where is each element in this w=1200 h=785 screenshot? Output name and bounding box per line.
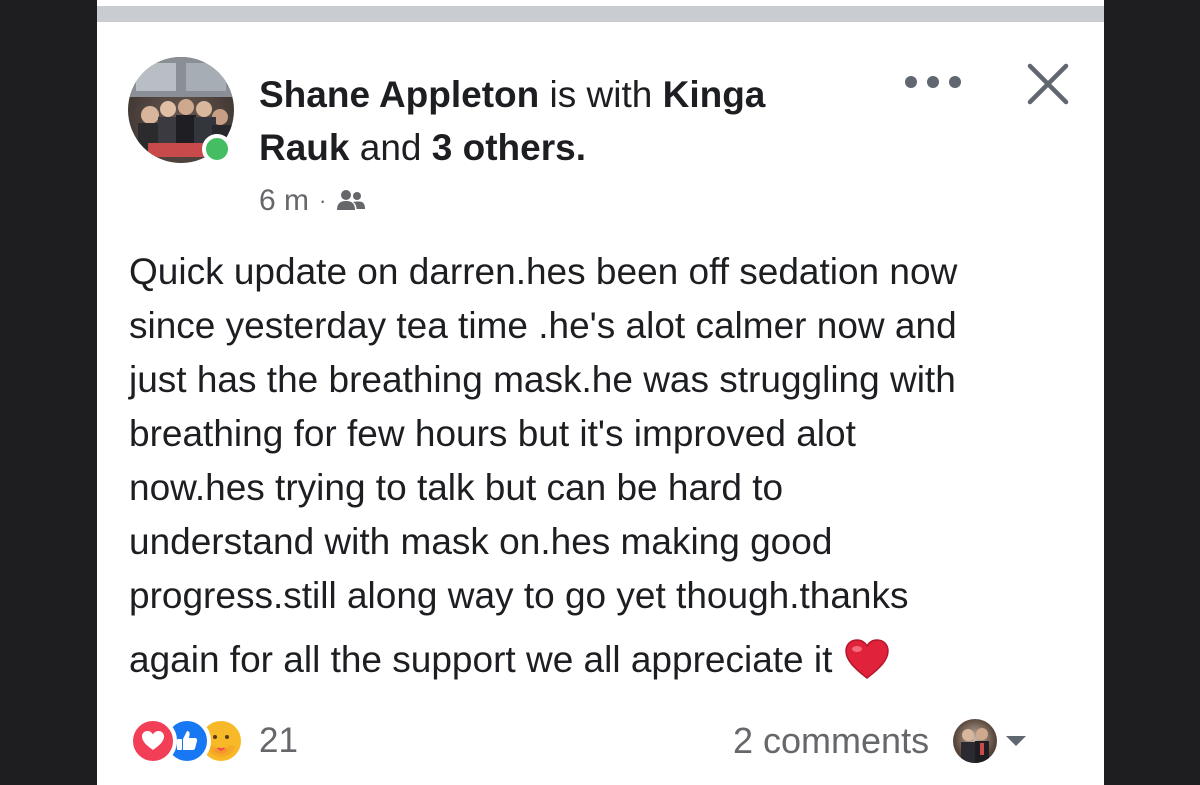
post-body-line: since yesterday tea time .he's alot calm… bbox=[129, 305, 957, 346]
author-name-link[interactable]: Shane Appleton bbox=[259, 74, 539, 115]
post-body-line: now.hes trying to talk but can be hard t… bbox=[129, 467, 784, 508]
post-body-line: breathing for few hours but it's improve… bbox=[129, 413, 856, 454]
more-dot bbox=[949, 76, 961, 88]
post-body-line: progress.still along way to go yet thoug… bbox=[129, 575, 909, 616]
more-options-button[interactable] bbox=[905, 62, 961, 102]
post-meta: 6 m · bbox=[259, 181, 366, 221]
post-body-last-line: again for all the support we all appreci… bbox=[129, 633, 1089, 695]
tagged-last-name: Rauk bbox=[259, 127, 350, 168]
love-reaction-icon bbox=[129, 717, 177, 765]
tagged-others-link[interactable]: 3 others. bbox=[432, 127, 586, 168]
and-text: and bbox=[349, 127, 432, 168]
online-status-indicator bbox=[202, 134, 232, 164]
chevron-down-icon[interactable] bbox=[1005, 734, 1027, 748]
close-icon[interactable] bbox=[1024, 60, 1072, 108]
right-dark-margin bbox=[1104, 0, 1200, 785]
post-body: Quick update on darren.hes been off seda… bbox=[129, 245, 1089, 695]
left-dark-margin bbox=[0, 0, 97, 785]
red-heart-icon bbox=[844, 638, 890, 695]
comments-summary[interactable]: 2 comments bbox=[733, 713, 1027, 769]
post-body-line: understand with mask on.hes making good bbox=[129, 521, 833, 562]
post-body-line: Quick update on darren.hes been off seda… bbox=[129, 251, 958, 292]
post-body-line: again for all the support we all appreci… bbox=[129, 639, 833, 680]
commenter-avatar bbox=[953, 719, 998, 763]
meta-separator: · bbox=[319, 188, 327, 213]
post-body-line: just has the breathing mask.he was strug… bbox=[129, 359, 956, 400]
post-header: Shane Appleton is with Kinga Rauk and 3 o… bbox=[259, 68, 859, 174]
with-text: is with bbox=[539, 74, 663, 115]
reaction-count: 21 bbox=[259, 721, 298, 760]
more-dot bbox=[905, 76, 917, 88]
reactions-summary[interactable]: 21 bbox=[129, 713, 298, 769]
more-dot bbox=[927, 76, 939, 88]
post-card: Shane Appleton is with Kinga Rauk and 3 o… bbox=[97, 0, 1104, 785]
friends-icon[interactable] bbox=[336, 188, 366, 214]
tagged-first-name: Kinga bbox=[662, 74, 766, 115]
post-timestamp[interactable]: 6 m bbox=[259, 184, 309, 218]
card-top-divider bbox=[97, 6, 1104, 22]
comments-count-link[interactable]: 2 comments bbox=[733, 720, 929, 762]
